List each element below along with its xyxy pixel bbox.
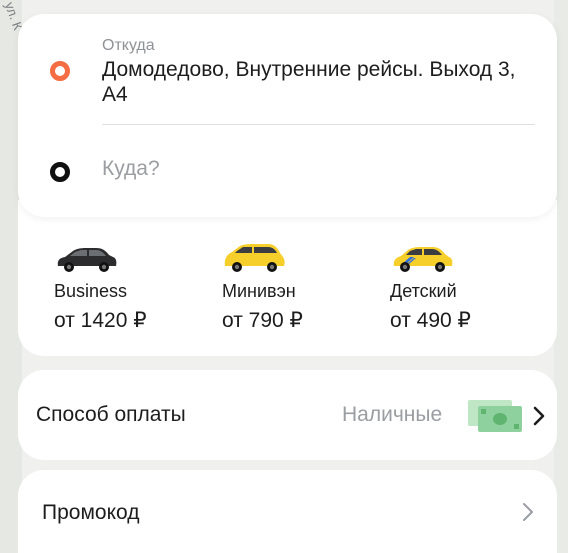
tariffs-panel: Business от 1420 ₽ Минивэн от 790 ₽ Детс… bbox=[18, 200, 557, 356]
tariff-price: от 790 ₽ bbox=[222, 309, 303, 332]
chevron-right-icon bbox=[523, 503, 533, 521]
payment-method-row[interactable]: Способ оплаты Наличные bbox=[18, 370, 557, 460]
promo-code-row[interactable]: Промокод bbox=[18, 470, 557, 553]
tariff-child[interactable]: Детский от 490 ₽ bbox=[390, 240, 540, 333]
payment-method-label: Способ оплаты bbox=[36, 403, 186, 426]
tariff-minivan[interactable]: Минивэн от 790 ₽ bbox=[222, 240, 372, 333]
from-address-field[interactable]: Домодедово, Внутренние рейсы. Выход 3, А… bbox=[102, 57, 522, 107]
route-panel: Откуда Домодедово, Внутренние рейсы. Вых… bbox=[18, 14, 557, 217]
promo-code-label: Промокод bbox=[42, 501, 140, 524]
app-screen: ул. К Business от 1420 ₽ Минивэн от 790 … bbox=[0, 0, 568, 553]
from-caption: Откуда bbox=[102, 37, 155, 54]
business-car-icon bbox=[57, 248, 117, 272]
destination-dot-icon bbox=[50, 162, 70, 182]
tariff-name: Минивэн bbox=[222, 281, 296, 301]
divider bbox=[102, 124, 535, 125]
chevron-right-icon bbox=[533, 406, 545, 426]
minivan-car-icon bbox=[224, 244, 285, 272]
tariff-price: от 490 ₽ bbox=[390, 309, 471, 332]
tariff-name: Business bbox=[54, 281, 128, 301]
cash-icon bbox=[468, 400, 522, 432]
tariff-name: Детский bbox=[390, 281, 457, 301]
origin-dot-icon bbox=[50, 61, 70, 81]
child-car-icon bbox=[393, 247, 453, 272]
payment-method-value: Наличные bbox=[342, 403, 443, 426]
tariff-price: от 1420 ₽ bbox=[54, 309, 147, 332]
destination-input[interactable]: Куда? bbox=[102, 157, 160, 181]
tariff-business[interactable]: Business от 1420 ₽ bbox=[54, 240, 204, 333]
